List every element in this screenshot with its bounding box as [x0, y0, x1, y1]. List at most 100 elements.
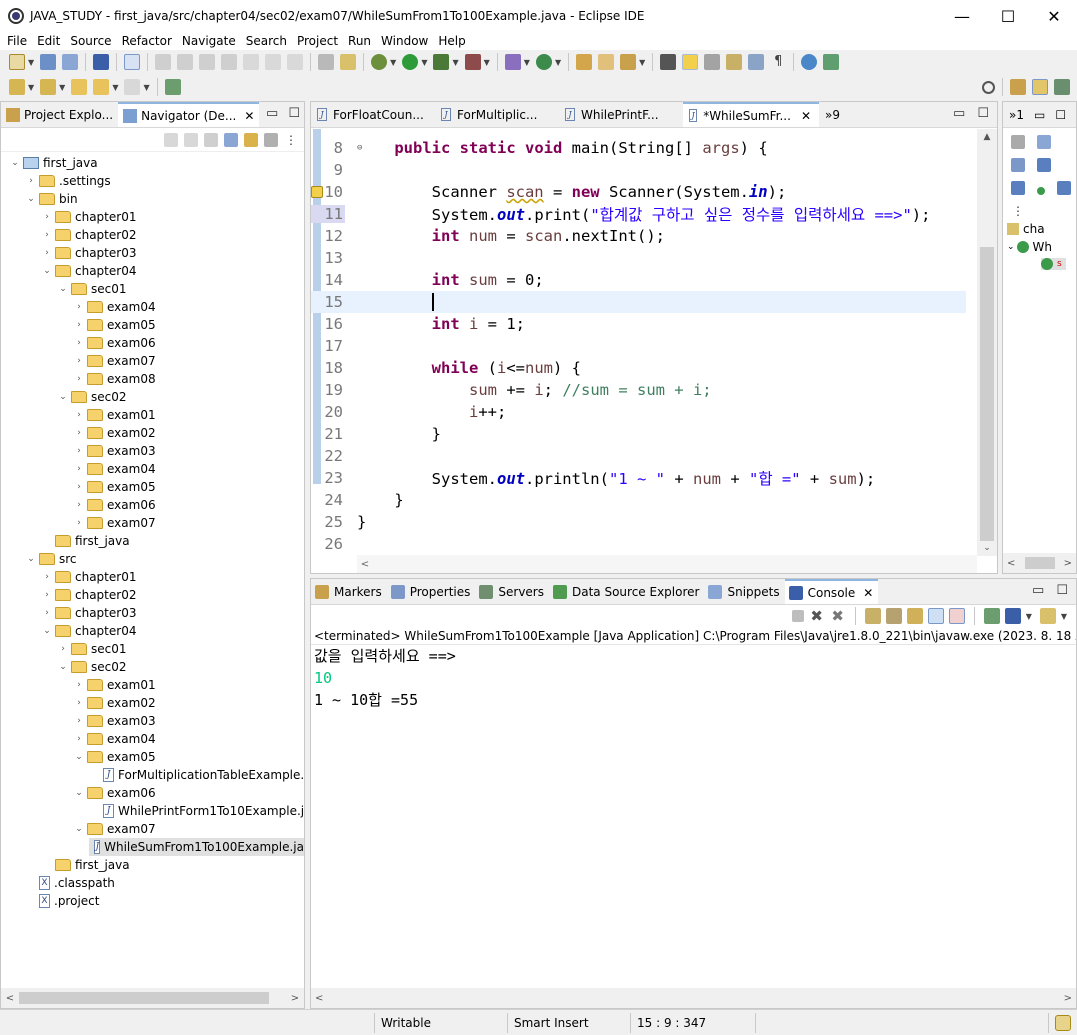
code-line[interactable]: 20 i++;: [311, 401, 966, 423]
new-java-package-icon[interactable]: [504, 54, 521, 70]
tree-item[interactable]: › exam06: [73, 334, 155, 352]
expand-toggle-icon[interactable]: ⌄: [57, 392, 69, 402]
new-package-dropdown-icon[interactable]: ▼: [524, 58, 530, 67]
expand-toggle-icon[interactable]: ›: [73, 338, 85, 348]
tree-item[interactable]: ⌄ bin: [25, 190, 77, 208]
editor-tab[interactable]: J ForFloatCoun...: [311, 102, 435, 127]
scroll-lock-icon[interactable]: [885, 608, 902, 624]
open-console-dropdown-icon[interactable]: ▼: [1061, 612, 1067, 621]
display-console-dropdown-icon[interactable]: ▼: [1026, 612, 1032, 621]
code-line[interactable]: 21 }: [311, 423, 966, 445]
clear-console-icon[interactable]: [864, 608, 881, 624]
resume-icon[interactable]: [155, 54, 172, 70]
tree-item[interactable]: ⌄ chapter04: [41, 262, 136, 280]
code-line[interactable]: 25}: [311, 511, 966, 533]
external-tools-dropdown-icon[interactable]: ▼: [484, 58, 490, 67]
display-console-icon[interactable]: [1004, 608, 1021, 624]
expand-toggle-icon[interactable]: ›: [73, 716, 85, 726]
outline-tool-icon[interactable]: [1011, 135, 1025, 149]
tree-item[interactable]: › exam04: [73, 730, 155, 748]
maximize-pane-icon[interactable]: ☐: [1055, 108, 1066, 122]
outline-item[interactable]: s: [1041, 258, 1066, 270]
expand-toggle-icon[interactable]: ›: [73, 320, 85, 330]
tree-item[interactable]: › exam01: [73, 406, 155, 424]
block-select-icon[interactable]: [726, 54, 743, 70]
tree-item[interactable]: ⌄ first_java: [9, 154, 97, 172]
menu-help[interactable]: Help: [433, 34, 470, 48]
expand-toggle-icon[interactable]: ›: [25, 176, 37, 186]
hide-static-icon[interactable]: [1011, 181, 1025, 195]
new-class-dropdown-icon[interactable]: ▼: [555, 58, 561, 67]
link-editor-icon[interactable]: [244, 132, 258, 147]
tree-item[interactable]: X .project: [25, 892, 99, 910]
code-text-area[interactable]: 8 public static void main(String[] args)…: [311, 129, 997, 556]
new-java-class-icon[interactable]: [535, 54, 552, 70]
back-dropdown-icon[interactable]: ▼: [112, 83, 118, 92]
tree-item[interactable]: › chapter02: [41, 226, 136, 244]
expand-toggle-icon[interactable]: ⌄: [73, 752, 85, 762]
sort-icon[interactable]: [1011, 158, 1025, 172]
save-all-icon[interactable]: [62, 54, 79, 70]
expand-toggle-icon[interactable]: ›: [73, 410, 85, 420]
tree-item[interactable]: › exam02: [73, 424, 155, 442]
hide-nonpublic-icon[interactable]: [1036, 187, 1045, 195]
notification-icon[interactable]: [1055, 1014, 1071, 1031]
code-line[interactable]: 10 Scanner scan = new Scanner(System.in)…: [311, 181, 966, 203]
menu-file[interactable]: File: [2, 34, 32, 48]
tree-item[interactable]: ⌄ src: [25, 550, 76, 568]
tree-item[interactable]: › .settings: [25, 172, 110, 190]
expand-toggle-icon[interactable]: ›: [73, 698, 85, 708]
expand-toggle-icon[interactable]: ›: [73, 464, 85, 474]
debug-icon[interactable]: [371, 54, 388, 70]
expand-toggle-icon[interactable]: ›: [41, 572, 53, 582]
disconnect-icon[interactable]: [221, 54, 238, 70]
pilcrow-icon[interactable]: ¶: [770, 54, 786, 70]
step-over-icon[interactable]: [265, 54, 282, 70]
next-annotation-dropdown-icon[interactable]: ▼: [28, 83, 34, 92]
editor-tab-active[interactable]: J *WhileSumFr... ✕: [683, 102, 819, 127]
search-icon[interactable]: [982, 80, 995, 94]
highlight-icon[interactable]: [682, 54, 699, 70]
expand-toggle-icon[interactable]: ⌄: [25, 194, 37, 204]
menu-search[interactable]: Search: [241, 34, 292, 48]
expand-toggle-icon[interactable]: ⌄: [73, 788, 85, 798]
tree-item[interactable]: › exam03: [73, 712, 155, 730]
expand-toggle-icon[interactable]: ⌄: [9, 158, 21, 168]
server-tool-icon[interactable]: [823, 54, 840, 70]
open-task-icon[interactable]: [576, 54, 593, 70]
editor-tab[interactable]: J WhilePrintF...: [559, 102, 683, 127]
expand-toggle-icon[interactable]: ›: [57, 644, 69, 654]
view-menu-icon[interactable]: ⋮: [1011, 204, 1025, 218]
tree-item[interactable]: ⌄ sec01: [57, 280, 126, 298]
scroll-thumb[interactable]: [980, 247, 994, 541]
code-line[interactable]: 8 public static void main(String[] args)…: [311, 137, 966, 159]
search-dropdown-icon[interactable]: ▼: [639, 58, 645, 67]
tree-item[interactable]: › exam06: [73, 496, 155, 514]
minimize-pane-icon[interactable]: ▭: [266, 106, 278, 121]
expand-toggle-icon[interactable]: ›: [73, 518, 85, 528]
tab-servers[interactable]: Servers: [475, 579, 549, 604]
code-line[interactable]: 11 System.out.print("합계값 구하고 싶은 정수를 입력하세…: [311, 203, 966, 225]
outline-horizontal-scrollbar[interactable]: < >: [1003, 553, 1076, 573]
open-type-icon[interactable]: [340, 54, 357, 70]
filter-icon[interactable]: [264, 132, 278, 147]
terminate-icon[interactable]: [199, 54, 216, 70]
skip-breakpoints-icon[interactable]: [124, 54, 141, 70]
open-perspective-icon[interactable]: [1010, 79, 1026, 95]
suspend-icon[interactable]: [177, 54, 194, 70]
step-into-icon[interactable]: [243, 54, 260, 70]
tree-item[interactable]: › exam07: [73, 514, 155, 532]
scroll-left-icon[interactable]: <: [315, 993, 323, 1004]
expand-toggle-icon[interactable]: ›: [73, 374, 85, 384]
run-icon[interactable]: [402, 54, 419, 70]
code-line[interactable]: 23 System.out.println("1 ~ " + num + "합 …: [311, 467, 966, 489]
expand-toggle-icon[interactable]: ⌄: [73, 824, 85, 834]
expand-toggle-icon[interactable]: ›: [41, 212, 53, 222]
maximize-pane-icon[interactable]: ☐: [1056, 583, 1068, 598]
tree-item[interactable]: ⌄ sec02: [57, 388, 126, 406]
external-tools-icon[interactable]: [464, 54, 481, 70]
scroll-right-icon[interactable]: >: [1064, 993, 1072, 1004]
code-line[interactable]: 26: [311, 533, 966, 555]
tree-item[interactable]: › exam07: [73, 352, 155, 370]
java-perspective-icon[interactable]: [1032, 79, 1048, 95]
